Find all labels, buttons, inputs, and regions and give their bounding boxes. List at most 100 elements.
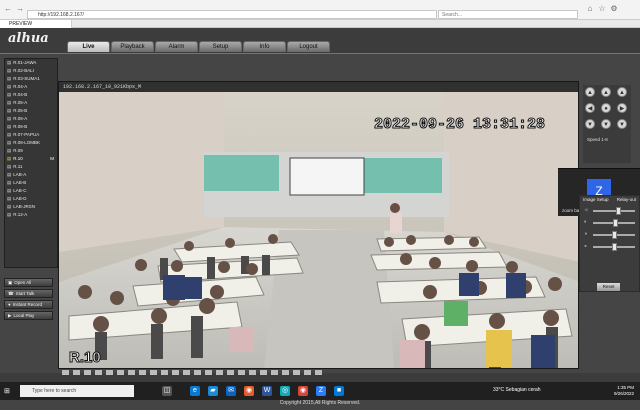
ptz-down-right-button[interactable]: ▼ [617, 119, 627, 129]
slider-knob[interactable] [615, 207, 621, 215]
tab-alarm[interactable]: Alarm [155, 41, 198, 52]
channel-item[interactable]: R.05-B [5, 107, 57, 115]
slider-knob[interactable] [611, 231, 617, 239]
video-tool-icon[interactable] [73, 370, 80, 375]
zoom-icon[interactable]: Z [316, 386, 326, 396]
video-tool-icon[interactable] [238, 370, 245, 375]
video-feed[interactable]: 192.168.2.167_10_921Kbps_M 2022-09-26 13… [58, 81, 579, 369]
video-tool-icon[interactable] [304, 370, 311, 375]
local-play-button[interactable]: ▶ Local Play [4, 311, 53, 320]
home-icon[interactable]: ⌂ [585, 4, 595, 14]
task-view-icon[interactable]: ◫ [162, 386, 172, 396]
ptz-right-button[interactable]: ▶ [617, 103, 627, 113]
ptz-down-button[interactable]: ▼ [601, 119, 611, 129]
video-tool-icon[interactable] [117, 370, 124, 375]
browser-search-input[interactable] [438, 10, 578, 19]
image-adjustment-sliders: ☼ ◐ ◑ ◒ [580, 205, 639, 252]
mail-icon[interactable]: ✉ [226, 386, 236, 396]
video-tool-icon[interactable] [139, 370, 146, 375]
channel-item[interactable]: R.04-B [5, 91, 57, 99]
channel-item[interactable]: R.06-B [5, 123, 57, 131]
channel-item[interactable]: R.01-JAWA [5, 59, 57, 67]
ptz-speed-label: Speed 1-8 [587, 137, 608, 142]
open-all-button[interactable]: ▣ Open All [4, 278, 53, 287]
settings-icon[interactable]: ⚙ [609, 4, 619, 14]
forward-button[interactable]: → [15, 4, 25, 14]
video-tool-icon[interactable] [62, 370, 69, 375]
video-tool-icon[interactable] [150, 370, 157, 375]
ptz-down-left-button[interactable]: ▼ [585, 119, 595, 129]
channel-item[interactable]: R.02-BALI [5, 67, 57, 75]
channel-item[interactable]: R.08-LOMBK [5, 139, 57, 147]
image-setting-slider[interactable] [593, 243, 635, 251]
video-tool-icon[interactable] [260, 370, 267, 375]
browser-tab-preview[interactable]: PREVIEW [0, 20, 72, 28]
ptz-up-button[interactable]: ▲ [601, 87, 611, 97]
video-tool-icon[interactable] [249, 370, 256, 375]
channel-item[interactable]: LAB-C [5, 187, 57, 195]
back-button[interactable]: ← [3, 4, 13, 14]
video-tool-icon[interactable] [128, 370, 135, 375]
channel-item[interactable]: R.05-A [5, 99, 57, 107]
channel-item[interactable]: R.07-PAPUA [5, 131, 57, 139]
firefox-icon[interactable]: ◉ [244, 386, 254, 396]
windows-start-icon[interactable]: ⊞ [4, 387, 10, 395]
video-tool-icon[interactable] [227, 370, 234, 375]
ptz-center-button[interactable]: ● [601, 103, 611, 113]
slider-knob[interactable] [613, 219, 619, 227]
tab-setup[interactable]: Setup [199, 41, 242, 52]
channel-item[interactable]: LAB-B [5, 179, 57, 187]
channel-item[interactable]: R.11 [5, 163, 57, 171]
image-setting-icon: ☼ [584, 207, 589, 213]
edge-icon[interactable]: e [190, 386, 200, 396]
browser-icon[interactable]: ◎ [280, 386, 290, 396]
taskbar-search[interactable]: Type here to search [20, 385, 134, 397]
ptz-up-left-button[interactable]: ▲ [585, 87, 595, 97]
video-tool-icon[interactable] [172, 370, 179, 375]
video-tool-icon[interactable] [293, 370, 300, 375]
channel-item[interactable]: R.09 [5, 147, 57, 155]
tab-logout[interactable]: Logout [287, 41, 330, 52]
app-icon[interactable]: ■ [334, 386, 344, 396]
address-bar[interactable]: http://192.168.2.167/ [27, 10, 437, 19]
video-tool-icon[interactable] [194, 370, 201, 375]
image-setting-slider[interactable] [593, 207, 635, 215]
slider-knob[interactable] [611, 243, 617, 251]
video-tool-icon[interactable] [183, 370, 190, 375]
channel-list: R.01-JAWA R.02-BALI R.03-SUMA1 R.04-A R.04-B… [5, 59, 57, 219]
start-talk-button[interactable]: ☎ Start Talk [4, 289, 53, 298]
video-tool-icon[interactable] [205, 370, 212, 375]
channel-label: R.06-B [13, 124, 28, 129]
image-setting-slider[interactable] [593, 231, 635, 239]
channel-item[interactable]: LAB-JRSN [5, 203, 57, 211]
ptz-up-right-button[interactable]: ▲ [617, 87, 627, 97]
reset-button[interactable]: Reset [597, 283, 620, 291]
video-tool-icon[interactable] [161, 370, 168, 375]
word-icon[interactable]: W [262, 386, 272, 396]
instant-record-button[interactable]: ● Instant Record [4, 300, 53, 309]
channel-item[interactable]: R.10 M [5, 155, 57, 163]
video-tool-icon[interactable] [84, 370, 91, 375]
channel-item[interactable]: LAB-A [5, 171, 57, 179]
file-explorer-icon[interactable]: ▰ [208, 386, 218, 396]
channel-item[interactable]: R.04-A [5, 83, 57, 91]
video-tool-icon[interactable] [95, 370, 102, 375]
channel-label: R.04-B [13, 92, 28, 97]
favorites-icon[interactable]: ☆ [597, 4, 607, 14]
image-setting-slider[interactable] [593, 219, 635, 227]
video-tool-icon[interactable] [315, 370, 322, 375]
tab-info[interactable]: Info [243, 41, 286, 52]
ptz-left-button[interactable]: ◀ [585, 103, 595, 113]
channel-item[interactable]: R.03-SUMA1 [5, 75, 57, 83]
channel-label: R.06-A [13, 116, 28, 121]
tab-live[interactable]: Live [67, 41, 110, 52]
video-tool-icon[interactable] [282, 370, 289, 375]
chrome-icon[interactable]: ◉ [298, 386, 308, 396]
channel-item[interactable]: R.12-A [5, 211, 57, 219]
channel-item[interactable]: R.06-A [5, 115, 57, 123]
video-tool-icon[interactable] [216, 370, 223, 375]
channel-item[interactable]: LAB-D [5, 195, 57, 203]
tab-playback[interactable]: Playback [111, 41, 154, 52]
video-tool-icon[interactable] [271, 370, 278, 375]
video-tool-icon[interactable] [106, 370, 113, 375]
